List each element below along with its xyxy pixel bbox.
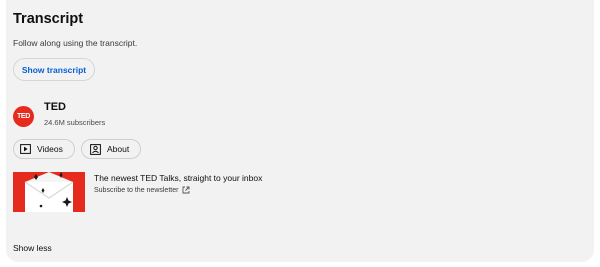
description-panel: Transcript Follow along using the transc… [6,0,594,262]
newsletter-envelope-image[interactable] [13,172,85,212]
subscriber-count: 24.6M subscribers [44,118,106,127]
channel-avatar[interactable]: TED [13,106,34,127]
show-less-button[interactable]: Show less [13,243,52,253]
show-transcript-button[interactable]: Show transcript [13,58,95,81]
external-link-icon [182,186,190,194]
videos-button[interactable]: Videos [13,139,75,159]
about-label: About [107,144,130,154]
transcript-heading: Transcript [13,11,84,27]
newsletter-title: The newest TED Talks, straight to your i… [94,173,263,183]
subscribe-newsletter-label: Subscribe to the newsletter [94,186,179,194]
transcript-description: Follow along using the transcript. [13,38,138,48]
profile-icon [90,143,101,155]
about-button[interactable]: About [81,139,141,159]
subscribe-newsletter-link[interactable]: Subscribe to the newsletter [94,186,190,194]
play-icon [20,144,31,154]
videos-label: Videos [37,144,63,154]
channel-name[interactable]: TED [44,101,66,113]
